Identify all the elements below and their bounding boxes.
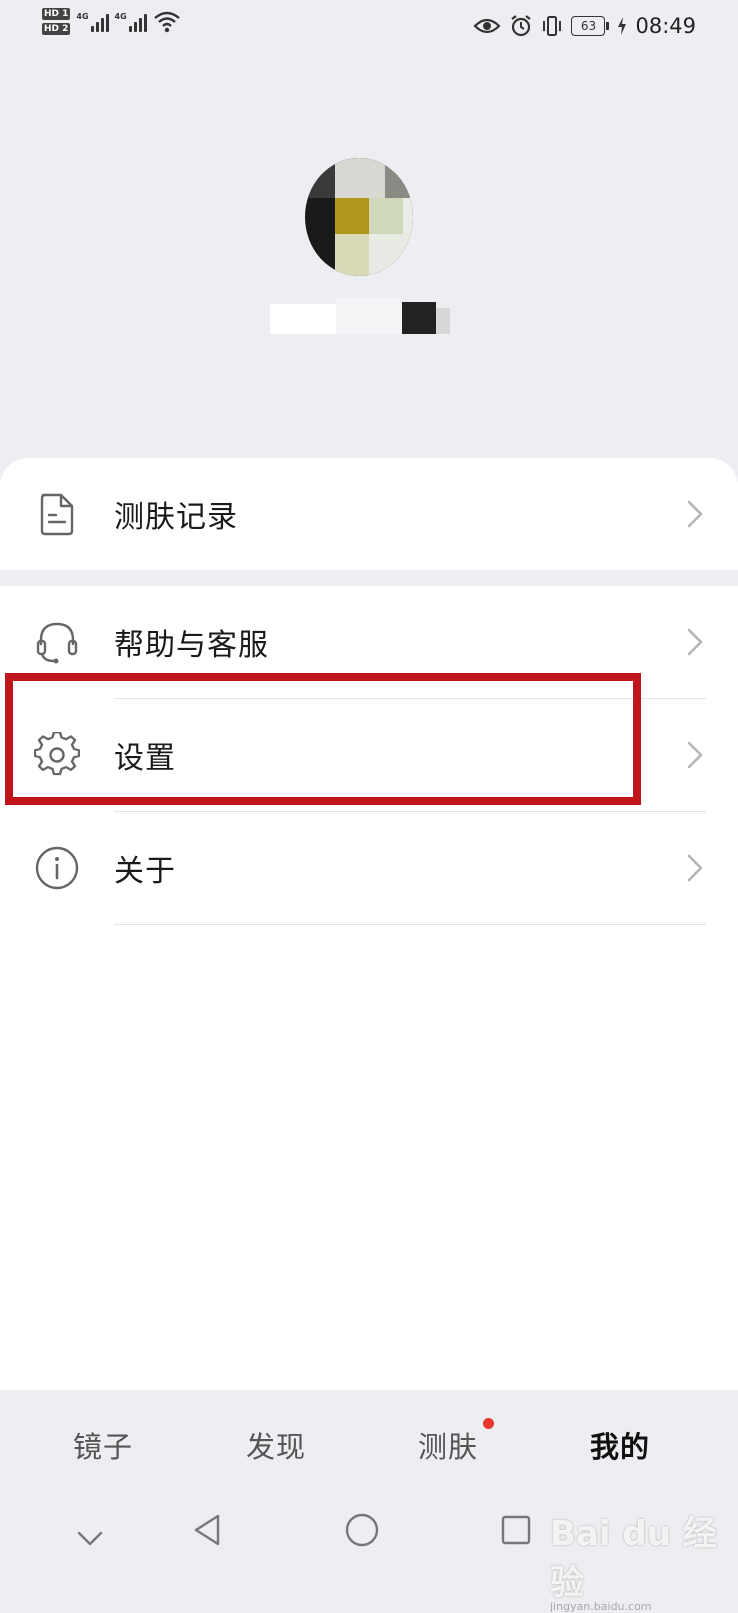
wifi-icon	[153, 11, 180, 33]
tab-discover[interactable]: 发现	[246, 1424, 306, 1466]
chevron-down-icon[interactable]	[76, 1530, 104, 1548]
menu-item-settings[interactable]: 设置	[0, 699, 738, 811]
battery-indicator: 63	[571, 16, 610, 36]
bottom-tab-bar: 镜子 发现 测肤 我的	[0, 1390, 738, 1490]
status-bar: HD 1 HD 2 4G 4G 63 08:49	[0, 0, 738, 56]
chevron-right-icon	[687, 854, 703, 882]
chevron-right-icon	[687, 500, 703, 528]
sim-badges: HD 1 HD 2	[42, 8, 71, 35]
alarm-icon	[511, 15, 532, 37]
status-right: 63 08:49	[473, 14, 696, 38]
sim1-badge: HD 1	[42, 8, 71, 20]
gear-icon	[34, 732, 80, 776]
eye-icon	[473, 18, 502, 34]
headset-icon	[36, 622, 78, 664]
chevron-right-icon	[687, 741, 703, 769]
username	[270, 298, 450, 334]
menu-label-help: 帮助与客服	[114, 628, 269, 663]
watermark-logo: Bai du 经验 jingyan.baidu.com	[550, 1514, 717, 1613]
info-icon	[35, 846, 79, 890]
menu-label-about: 关于	[114, 854, 176, 889]
divider	[114, 924, 706, 925]
signal-icon-2: 4G	[115, 8, 147, 32]
records-card: 测肤记录	[0, 458, 738, 570]
document-icon	[40, 493, 74, 536]
menu-item-about[interactable]: 关于	[0, 812, 738, 924]
recents-icon[interactable]	[500, 1514, 532, 1546]
menu-item-help[interactable]: 帮助与客服	[0, 586, 738, 698]
avatar[interactable]	[305, 158, 413, 276]
menu-card: 帮助与客服 设置 关于	[0, 586, 738, 1390]
vibrate-icon	[543, 16, 562, 36]
back-icon[interactable]	[192, 1512, 222, 1548]
tab-skin-test[interactable]: 测肤	[418, 1424, 478, 1466]
sim2-badge: HD 2	[42, 23, 71, 35]
home-icon[interactable]	[344, 1512, 380, 1548]
tab-mirror[interactable]: 镜子	[73, 1424, 133, 1466]
charging-icon	[618, 17, 627, 35]
signal-icon-1: 4G	[76, 8, 109, 32]
clock: 08:49	[635, 14, 696, 38]
notification-dot	[483, 1418, 494, 1429]
menu-label-settings: 设置	[114, 741, 176, 776]
menu-item-records[interactable]: 测肤记录	[0, 458, 738, 570]
chevron-right-icon	[687, 628, 703, 656]
status-left: HD 1 HD 2 4G 4G	[42, 8, 181, 35]
tab-mine[interactable]: 我的	[590, 1424, 650, 1466]
menu-label-records: 测肤记录	[114, 500, 238, 535]
